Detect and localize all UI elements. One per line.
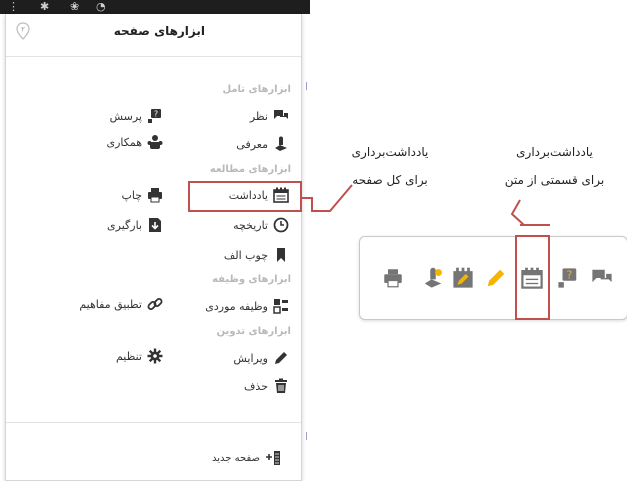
edge-mark	[306, 82, 307, 90]
toolbar-introduce-button[interactable]	[420, 264, 446, 292]
toolbar-print-button[interactable]	[380, 264, 406, 292]
pencil-icon	[487, 269, 505, 287]
annotation-partial-line1: یادداشت‌برداری	[516, 145, 593, 159]
selection-toolbar: ?	[359, 236, 627, 320]
comment-icon	[592, 269, 612, 283]
highlight-pen-icon	[453, 267, 473, 288]
introduce-icon	[424, 267, 442, 288]
toolbar-note-highlight	[515, 235, 550, 320]
svg-text:?: ?	[566, 269, 572, 282]
edge-mark	[306, 432, 307, 440]
toolbar-pencil-button[interactable]	[483, 264, 509, 292]
toolbar-comment-button[interactable]	[589, 264, 615, 292]
annotation-partial-line2: برای قسمتی از متن	[504, 173, 605, 187]
annotation-partial-text: یادداشت‌برداری برای قسمتی از متن	[487, 138, 622, 194]
toolbar-highlight-note-button[interactable]	[450, 264, 476, 292]
annotation-whole-page: یادداشت‌برداری برای کل صفحه	[335, 138, 445, 194]
toolbar-question-button[interactable]: ?	[555, 264, 581, 292]
print-icon	[384, 269, 402, 288]
question-icon: ?	[558, 268, 577, 288]
annotation-whole-page-line2: برای کل صفحه	[352, 173, 428, 187]
annotation-whole-page-line1: یادداشت‌برداری	[351, 145, 429, 159]
